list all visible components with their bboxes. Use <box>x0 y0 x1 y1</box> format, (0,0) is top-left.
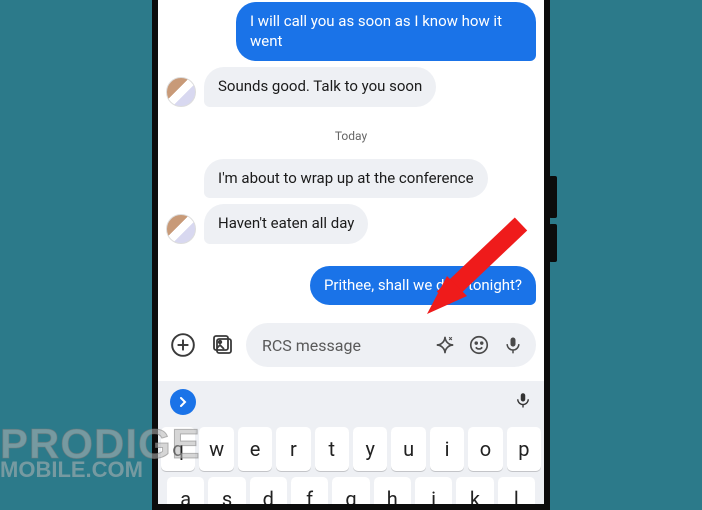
emoji-button[interactable] <box>464 330 494 360</box>
key-l[interactable]: l <box>498 477 535 510</box>
message-outgoing[interactable]: Prithee, shall we dine tonight? <box>166 266 536 306</box>
watermark-line1: PRODIGE <box>0 426 201 462</box>
phone-side-button <box>549 224 557 262</box>
message-incoming[interactable]: Sounds good. Talk to you soon <box>166 67 536 107</box>
key-j[interactable]: j <box>415 477 452 510</box>
avatar-spacer <box>166 168 196 198</box>
key-e[interactable]: e <box>238 427 272 471</box>
keyboard[interactable]: q w e r t y u i o p a s d f g h j k l <box>158 423 544 510</box>
message-bubble: I will call you as soon as I know how it… <box>236 2 536 61</box>
message-incoming[interactable]: Haven't eaten all day <box>166 204 536 244</box>
voice-message-button[interactable] <box>498 330 528 360</box>
message-incoming[interactable]: I'm about to wrap up at the conference <box>166 159 536 199</box>
avatar[interactable] <box>166 77 196 107</box>
keyboard-mic-icon[interactable] <box>514 391 532 413</box>
message-bubble: I'm about to wrap up at the conference <box>204 159 488 199</box>
key-a[interactable]: a <box>167 477 204 510</box>
watermark: PRODIGE MOBILE.COM <box>0 426 201 480</box>
composer-bar: RCS message <box>158 311 544 381</box>
key-d[interactable]: d <box>250 477 287 510</box>
key-f[interactable]: f <box>291 477 328 510</box>
phone-frame: I will call you as soon as I know how it… <box>152 0 550 510</box>
key-u[interactable]: u <box>391 427 425 471</box>
message-outgoing[interactable]: I will call you as soon as I know how it… <box>166 2 536 61</box>
key-k[interactable]: k <box>456 477 493 510</box>
message-bubble: Sounds good. Talk to you soon <box>204 67 436 107</box>
message-input-placeholder: RCS message <box>262 336 426 355</box>
key-p[interactable]: p <box>507 427 541 471</box>
key-y[interactable]: y <box>353 427 387 471</box>
key-h[interactable]: h <box>374 477 411 510</box>
add-attachment-button[interactable] <box>166 328 200 362</box>
key-i[interactable]: i <box>430 427 464 471</box>
avatar[interactable] <box>166 214 196 244</box>
magic-compose-button[interactable] <box>430 330 460 360</box>
key-o[interactable]: o <box>468 427 502 471</box>
keyboard-row-1: q w e r t y u i o p <box>161 427 541 471</box>
keyboard-row-2: a s d f g h j k l <box>161 477 541 510</box>
key-w[interactable]: w <box>199 427 233 471</box>
key-g[interactable]: g <box>332 477 369 510</box>
keyboard-expand-button[interactable] <box>170 389 196 415</box>
message-bubble: Haven't eaten all day <box>204 204 368 244</box>
conversation-area: I will call you as soon as I know how it… <box>158 2 544 305</box>
key-s[interactable]: s <box>208 477 245 510</box>
phone-side-button <box>549 176 557 218</box>
key-r[interactable]: r <box>276 427 310 471</box>
message-bubble: Prithee, shall we dine tonight? <box>310 266 536 306</box>
message-input[interactable]: RCS message <box>246 323 536 367</box>
day-divider: Today <box>166 129 536 143</box>
keyboard-toolbar <box>158 381 544 423</box>
key-t[interactable]: t <box>315 427 349 471</box>
gallery-button[interactable] <box>206 328 240 362</box>
